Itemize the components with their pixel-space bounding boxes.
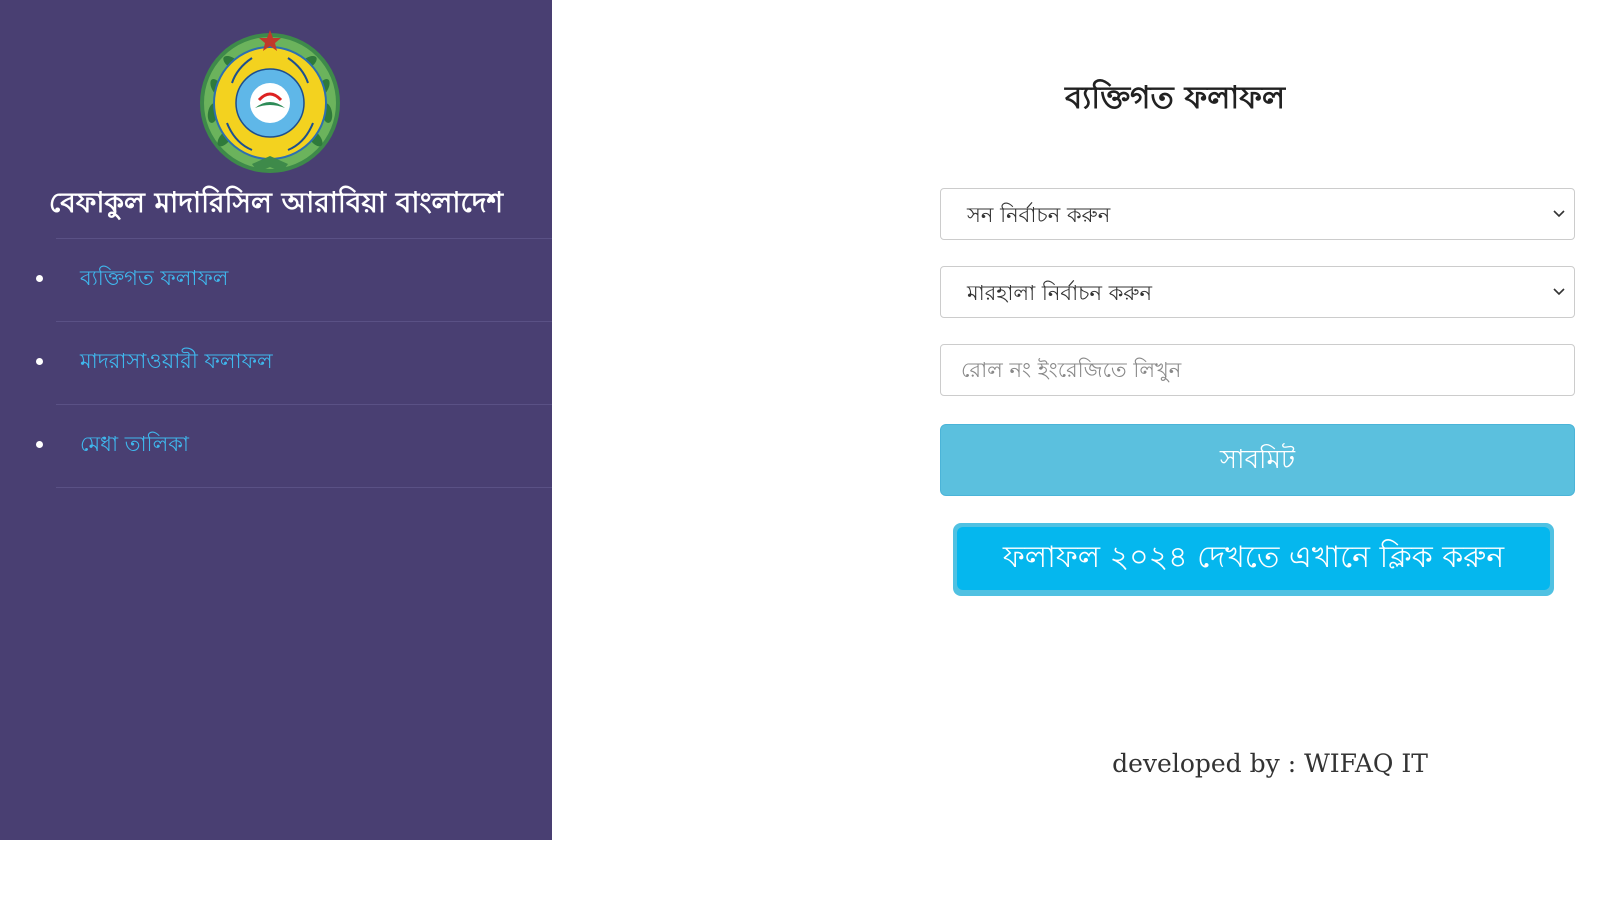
- year-select-value: সন নির্বাচন করুন: [967, 203, 1111, 227]
- footer-credit: developed by : WIFAQ IT: [1112, 749, 1428, 778]
- bullet-icon: [36, 358, 43, 365]
- chevron-down-icon: [1553, 288, 1565, 296]
- organization-name: বেফাকুল মাদারিসিল আরাবিয়া বাংলাদেশ: [48, 186, 504, 219]
- sidebar-link-merit-list[interactable]: মেধা তালিকা: [80, 427, 189, 461]
- roll-number-input[interactable]: [940, 344, 1575, 396]
- chevron-down-icon: [1553, 210, 1565, 218]
- sidebar-link-personal-result[interactable]: ব্যক্তিগত ফলাফল: [80, 261, 228, 295]
- sidebar: বেফাকুল মাদারিসিল আরাবিয়া বাংলাদেশ ব্যক…: [0, 0, 552, 840]
- sidebar-item-personal-result: ব্যক্তিগত ফলাফল: [36, 238, 552, 321]
- wifaq-emblem-logo: [200, 30, 340, 173]
- year-select[interactable]: সন নির্বাচন করুন: [940, 188, 1575, 240]
- sidebar-item-madrasa-result: মাদরাসাওয়ারী ফলাফল: [36, 321, 552, 404]
- submit-button[interactable]: সাবমিট: [940, 424, 1575, 496]
- result-2024-banner-label: ফলাফল ২০২৪ দেখতে এখানে ক্লিক করুন: [957, 527, 1550, 590]
- level-select-value: মারহালা নির্বাচন করুন: [967, 281, 1153, 305]
- sidebar-item-merit-list: মেধা তালিকা: [36, 404, 552, 488]
- bullet-icon: [36, 275, 43, 282]
- sidebar-link-madrasa-result[interactable]: মাদরাসাওয়ারী ফলাফল: [80, 344, 273, 378]
- level-select[interactable]: মারহালা নির্বাচন করুন: [940, 266, 1575, 318]
- result-2024-banner-button[interactable]: ফলাফল ২০২৪ দেখতে এখানে ক্লিক করুন: [953, 523, 1554, 596]
- page-title: ব্যক্তিগত ফলাফল: [1064, 80, 1286, 116]
- bullet-icon: [36, 441, 43, 448]
- sidebar-nav: ব্যক্তিগত ফলাফল মাদরাসাওয়ারী ফলাফল মেধা…: [0, 238, 552, 488]
